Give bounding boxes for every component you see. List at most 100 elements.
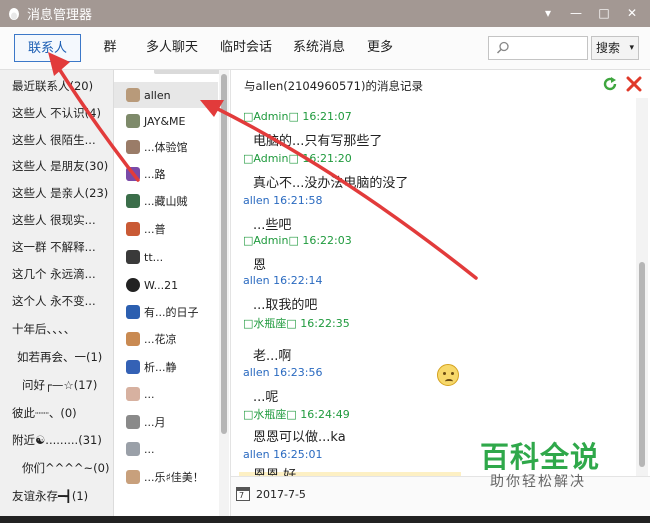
watermark-title: 百科全说 — [480, 440, 601, 474]
avatar — [126, 305, 140, 319]
contact-item[interactable]: ... — [114, 381, 218, 407]
contact-item[interactable]: ...月 — [114, 409, 218, 435]
avatar — [126, 360, 140, 374]
timestamp: 16:21:20 — [302, 152, 352, 165]
tab-temp-session[interactable]: 临时会话 — [216, 34, 276, 62]
contact-name: W...21 — [144, 278, 179, 292]
maximize-button[interactable]: □ — [594, 4, 614, 22]
bottom-edge — [0, 516, 650, 523]
contact-list: allen JAY&ME ...体验馆 ...路 ...藏山贼 ...普 tt.… — [114, 70, 230, 516]
tab-system-messages[interactable]: 系统消息 — [288, 34, 350, 62]
contact-name: ...体验馆 — [144, 141, 188, 154]
group-item[interactable]: 这个人 永不变... — [12, 291, 96, 311]
group-item[interactable]: 这些人 不认识(4) — [12, 103, 101, 123]
group-item[interactable]: 附近☯.........(31) — [12, 430, 102, 450]
contact-item[interactable]: W...21 — [114, 272, 218, 298]
message-text: 真心不...没办法电脑的没了 — [253, 176, 409, 191]
tab-more[interactable]: 更多 — [362, 34, 398, 62]
sender: allen — [243, 274, 270, 287]
contact-item[interactable]: ...路 — [114, 161, 218, 187]
sender: □水瓶座□ — [243, 317, 297, 330]
timestamp: 16:22:14 — [273, 274, 323, 287]
contact-list-scrollbar[interactable] — [219, 70, 229, 516]
group-item[interactable]: 友谊永存━┫(1) — [12, 486, 88, 506]
avatar — [126, 222, 140, 236]
avatar — [126, 415, 140, 429]
contact-item[interactable]: ...普 — [114, 216, 218, 242]
group-item[interactable]: 这一群 不解释... — [12, 237, 96, 257]
contact-name: tt... — [144, 250, 164, 264]
calendar-icon[interactable]: 7 — [236, 487, 250, 501]
menu-dropdown-button[interactable]: ▾ — [538, 4, 558, 22]
group-item[interactable]: 这些人 很陌生... — [12, 130, 96, 150]
contact-item[interactable]: ... — [114, 436, 218, 462]
avatar — [126, 114, 140, 128]
contact-item[interactable]: JAY&ME — [114, 108, 218, 134]
timestamp: 16:21:07 — [302, 110, 352, 123]
search-button[interactable]: 搜索 ▾ — [591, 36, 639, 60]
message-text: 电脑的...只有写那些了 — [253, 134, 383, 149]
delete-icon[interactable] — [625, 75, 643, 93]
group-item[interactable]: 十年后、、、、 — [12, 319, 75, 339]
avatar — [126, 167, 140, 181]
close-button[interactable]: ✕ — [622, 4, 642, 22]
avatar — [126, 140, 140, 154]
sender: □水瓶座□ — [243, 408, 297, 421]
timestamp: 16:22:03 — [302, 234, 352, 247]
contact-name: ...普 — [144, 223, 166, 236]
date-bar: 7 2017-7-5 — [231, 476, 650, 516]
search-input[interactable] — [488, 36, 588, 60]
message-header: □Admin□ 16:22:03 — [243, 234, 352, 247]
record-title: 与allen(2104960571)的消息记录 — [244, 79, 423, 93]
contact-item[interactable]: 析...静 — [114, 354, 218, 380]
group-item[interactable]: 你们^^^^~(0) — [22, 458, 109, 478]
sweat-smile-emoji-icon — [437, 364, 459, 386]
timestamp: 16:22:35 — [300, 317, 350, 330]
contact-item[interactable]: ...体验馆 — [114, 134, 218, 160]
tab-groups[interactable]: 群 — [96, 34, 124, 62]
group-item[interactable]: 如若再会、一(1) — [17, 347, 102, 367]
group-item[interactable]: 问好┌—☆(17) — [22, 375, 97, 395]
contact-item[interactable]: ...藏山贼 — [114, 188, 218, 214]
sender: allen — [243, 194, 270, 207]
group-item[interactable]: 最近联系人(20) — [12, 76, 93, 96]
group-item[interactable]: 彼此┈┈、(0) — [12, 403, 77, 423]
avatar — [126, 332, 140, 346]
timestamp: 16:24:49 — [300, 408, 350, 421]
avatar — [126, 250, 140, 264]
message-list-scrollbar[interactable] — [636, 98, 648, 476]
timestamp: 16:23:56 — [273, 366, 323, 379]
search-button-label: 搜索 — [596, 41, 621, 55]
window-title: 消息管理器 — [27, 8, 93, 23]
group-item[interactable]: 这些人 很现实... — [12, 210, 96, 230]
message-header: □水瓶座□ 16:24:49 — [243, 406, 350, 422]
message-header: □Admin□ 16:21:20 — [243, 152, 352, 165]
contact-item[interactable]: tt... — [114, 244, 218, 270]
message-text: 恩恩可以做...ka — [253, 430, 346, 445]
contact-name: ...月 — [144, 416, 166, 429]
message-text: ...呢 — [253, 390, 279, 405]
refresh-icon[interactable] — [601, 75, 619, 93]
minimize-button[interactable]: — — [566, 4, 586, 22]
contact-name: ...路 — [144, 168, 166, 181]
avatar — [126, 194, 140, 208]
contact-item[interactable]: ...乐♯佳美！ — [114, 464, 218, 490]
contact-item[interactable]: 有...的日子 — [114, 299, 218, 325]
sender: allen — [243, 448, 270, 461]
message-list: □Admin□ 16:21:07 电脑的...只有写那些了 □Admin□ 16… — [231, 98, 636, 476]
tab-contacts[interactable]: 联系人 — [14, 34, 81, 62]
contact-item-allen[interactable]: allen — [114, 82, 218, 108]
tab-multi-chat[interactable]: 多人聊天 — [140, 34, 204, 62]
group-item[interactable]: 这几个 永远滴... — [12, 264, 96, 284]
group-item[interactable]: 这些人 是朋友(30) — [12, 156, 108, 176]
sender: □Admin□ — [243, 152, 299, 165]
contact-item[interactable]: ...花凉 — [114, 326, 218, 352]
group-item[interactable]: 这些人 是亲人(23) — [12, 183, 108, 203]
avatar — [126, 278, 140, 292]
timestamp: 16:21:58 — [273, 194, 323, 207]
chevron-down-icon[interactable]: ▾ — [629, 37, 634, 59]
contact-name: ... — [144, 442, 155, 456]
scrollbar-thumb[interactable] — [221, 74, 227, 434]
timestamp: 16:25:01 — [273, 448, 323, 461]
scrollbar-thumb[interactable] — [639, 262, 645, 467]
